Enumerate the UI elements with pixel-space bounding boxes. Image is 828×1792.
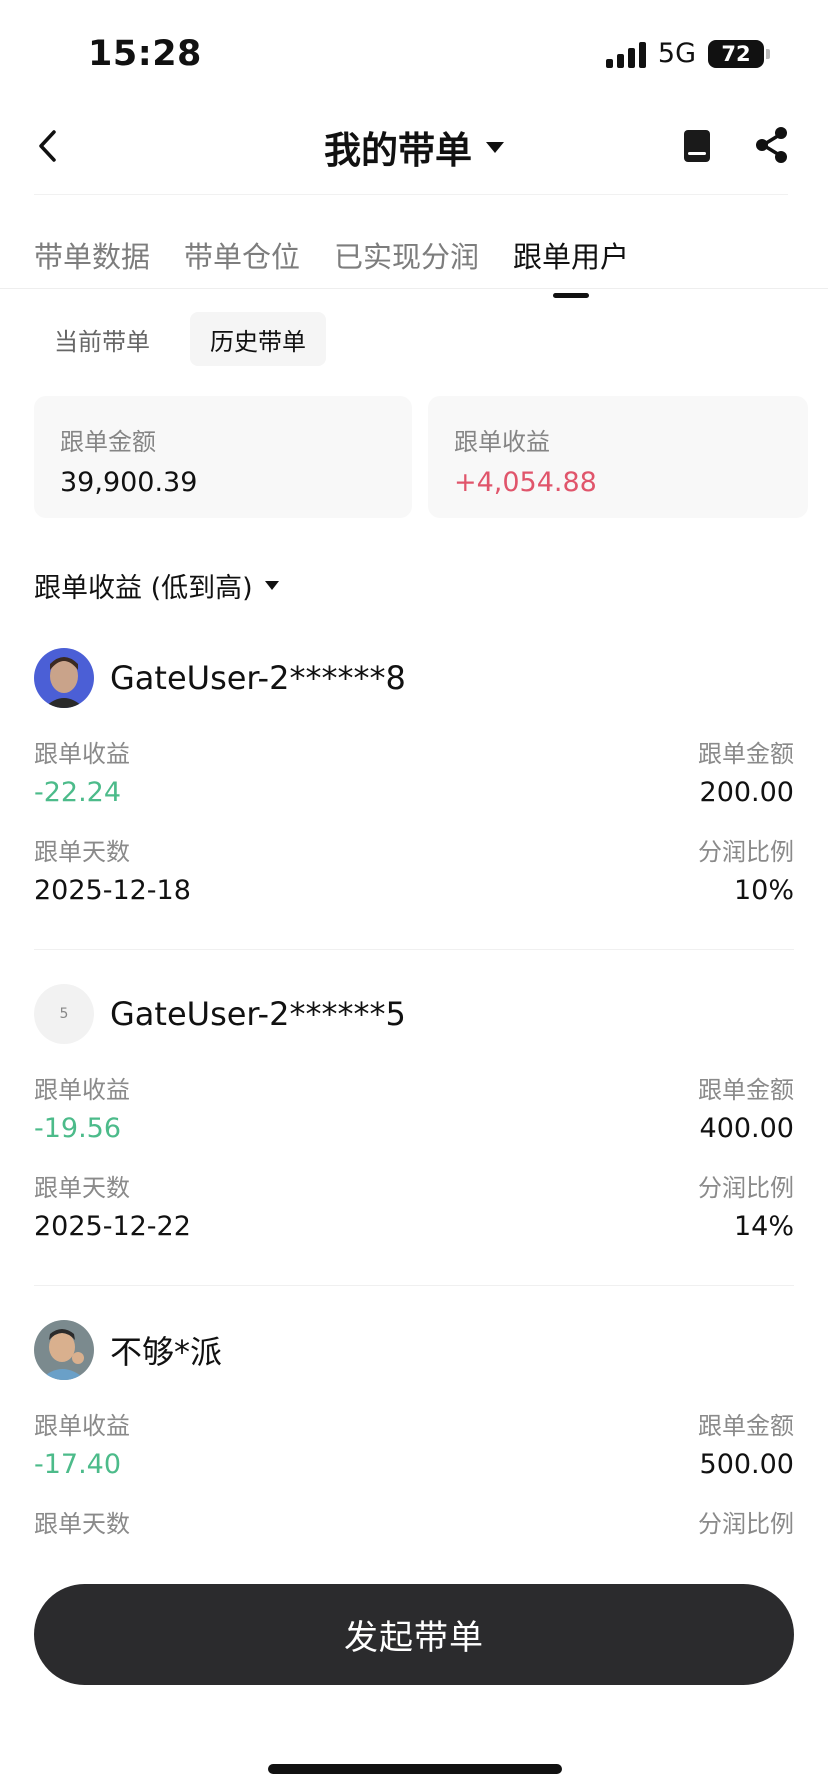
book-button[interactable] <box>682 128 714 166</box>
sub-tabs: 当前带单 历史带单 <box>34 312 326 366</box>
profit-label: 跟单收益 <box>34 1076 130 1104</box>
status-indicators: 5G 72 <box>605 38 770 69</box>
amount-value: 200.00 <box>699 777 794 808</box>
tab-lead-data[interactable]: 带单数据 <box>34 234 150 276</box>
avatar <box>34 648 94 708</box>
battery-level: 72 <box>708 39 764 68</box>
sort-selector[interactable]: 跟单收益 (低到高) <box>34 566 279 605</box>
book-icon <box>684 130 710 162</box>
tab-followers[interactable]: 跟单用户 <box>513 234 629 298</box>
days-value: 2025-12-22 <box>34 1211 191 1242</box>
profit-label: 跟单收益 <box>34 740 130 768</box>
page-title-text: 我的带单 <box>324 129 472 172</box>
battery-icon: 72 <box>708 39 770 68</box>
amount-label: 跟单金额 <box>698 740 794 768</box>
days-label: 跟单天数 <box>34 1510 130 1538</box>
list-item[interactable]: 不够*派 跟单收益 -17.40 跟单金额 500.00 跟单天数 分润比例 <box>34 1318 794 1539</box>
subtab-history[interactable]: 历史带单 <box>190 312 326 366</box>
ratio-label: 分润比例 <box>698 1510 794 1538</box>
username: 不够*派 <box>110 1333 223 1371</box>
days-label: 跟单天数 <box>34 838 130 866</box>
main-tabs: 带单数据 带单仓位 已实现分润 跟单用户 <box>34 234 629 298</box>
avatar <box>34 1320 94 1380</box>
screen: 15:28 5G 72 我的带单 带单数据 带单仓位 已实现分润 跟单用户 当前… <box>0 0 828 1792</box>
list-item[interactable]: 5 GateUser-2******5 跟单收益 -19.56 跟单金额 400… <box>34 982 794 1242</box>
home-indicator <box>268 1764 562 1774</box>
amount-label: 跟单金额 <box>698 1412 794 1440</box>
nav-divider <box>34 194 788 195</box>
ratio-value: 10% <box>733 875 794 906</box>
profit-value: -19.56 <box>34 1113 122 1144</box>
tabs-divider <box>0 288 828 289</box>
avatar: 5 <box>34 984 94 1044</box>
share-button[interactable] <box>754 126 792 166</box>
ratio-value: 14% <box>733 1211 794 1242</box>
profit-label: 跟单收益 <box>34 1412 130 1440</box>
summary-profit-label: 跟单收益 <box>454 428 550 456</box>
list-divider <box>34 1285 794 1286</box>
username: GateUser-2******5 <box>110 995 406 1033</box>
caret-down-icon <box>486 141 504 153</box>
amount-label: 跟单金额 <box>698 1076 794 1104</box>
days-value: 2025-12-18 <box>34 875 191 906</box>
username: GateUser-2******8 <box>110 659 406 697</box>
days-label: 跟单天数 <box>34 1174 130 1202</box>
sort-label: 跟单收益 (低到高) <box>34 573 253 604</box>
ratio-label: 分润比例 <box>698 838 794 866</box>
summary-amount-value: 39,900.39 <box>60 467 198 498</box>
tab-lead-positions[interactable]: 带单仓位 <box>184 234 300 276</box>
signal-icon <box>605 40 646 68</box>
share-icon <box>756 127 787 163</box>
network-label: 5G <box>657 38 696 69</box>
start-lead-button[interactable]: 发起带单 <box>34 1584 794 1685</box>
summary-profit-value: +4,054.88 <box>454 467 597 498</box>
list-divider <box>34 949 794 950</box>
amount-value: 400.00 <box>699 1113 794 1144</box>
list-item[interactable]: GateUser-2******8 跟单收益 -22.24 跟单金额 200.0… <box>34 646 794 906</box>
summary-amount-label: 跟单金额 <box>60 428 156 456</box>
tab-realized-profit-share[interactable]: 已实现分润 <box>334 234 479 276</box>
profit-value: -22.24 <box>34 777 122 808</box>
subtab-current[interactable]: 当前带单 <box>34 312 170 366</box>
amount-value: 500.00 <box>699 1449 794 1480</box>
status-time: 15:28 <box>88 34 202 74</box>
ratio-label: 分润比例 <box>698 1174 794 1202</box>
caret-down-icon <box>264 581 279 590</box>
summary-card-amount: 跟单金额 39,900.39 <box>34 396 412 518</box>
profit-value: -17.40 <box>34 1449 122 1480</box>
summary-card-profit: 跟单收益 +4,054.88 <box>428 396 808 518</box>
